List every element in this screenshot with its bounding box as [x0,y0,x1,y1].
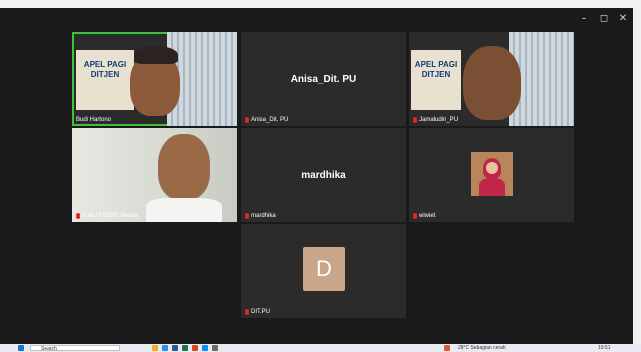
mic-muted-icon [413,213,417,219]
meeting-window: – ◻ ✕ APEL PAGI DITJEN Budi Hartono Anis… [0,8,633,344]
event-banner: APEL PAGI DITJEN [76,50,134,110]
video-tile-budi-hartono[interactable]: APEL PAGI DITJEN Budi Hartono [72,32,237,126]
mic-muted-icon [413,117,417,123]
video-tile-wiwiet[interactable]: wiwiet [409,128,574,222]
video-tile-jamaludin[interactable]: APEL PAGI DITJEN Jamaludin_PU [409,32,574,126]
excel-icon[interactable] [182,345,188,351]
zoom-icon[interactable] [202,345,208,351]
participant-name: Yudi / PSDKP Benoa [76,213,138,219]
participant-video [158,134,210,200]
participant-center-name: mardhika [301,170,346,181]
powerpoint-icon[interactable] [192,345,198,351]
file-explorer-icon[interactable] [152,345,158,351]
clock: 19:51 [598,345,611,351]
weather-icon [444,345,450,351]
participant-name: wiwiet [413,213,435,219]
participant-name: Jamaludin_PU [413,117,458,123]
video-tile-anisa[interactable]: Anisa_Dit. PU Anisa_Dit. PU [241,32,406,126]
mic-muted-icon [245,117,249,123]
windows-start-icon[interactable] [18,345,24,351]
maximize-button[interactable]: ◻ [595,12,613,26]
word-icon[interactable] [172,345,178,351]
video-tile-dit-pu[interactable]: D DIT.PU [241,224,406,318]
mic-muted-icon [245,309,249,315]
mic-muted-icon [245,213,249,219]
close-button[interactable]: ✕ [614,12,632,26]
mic-muted-icon [76,213,80,219]
taskbar: Search 28°C Sebagian cerah 19:51 [0,344,641,352]
video-tile-yudi[interactable]: Yudi / PSDKP Benoa [72,128,237,222]
participant-name: Anisa_Dit. PU [245,117,288,123]
app-icon[interactable] [212,345,218,351]
search-input[interactable]: Search [30,345,120,352]
event-banner: APEL PAGI DITJEN [411,50,461,110]
minimize-button[interactable]: – [575,12,593,26]
video-tile-mardhika[interactable]: mardhika mardhika [241,128,406,222]
participant-name: mardhika [245,213,276,219]
participant-name: DIT.PU [245,309,270,315]
weather-status: 28°C Sebagian cerah [458,345,506,351]
avatar: D [303,247,345,291]
participant-name: Budi Hartono [76,117,112,123]
participant-center-name: Anisa_Dit. PU [290,74,357,85]
participant-video [463,46,521,120]
participant-video [471,152,513,196]
browser-icon[interactable] [162,345,168,351]
